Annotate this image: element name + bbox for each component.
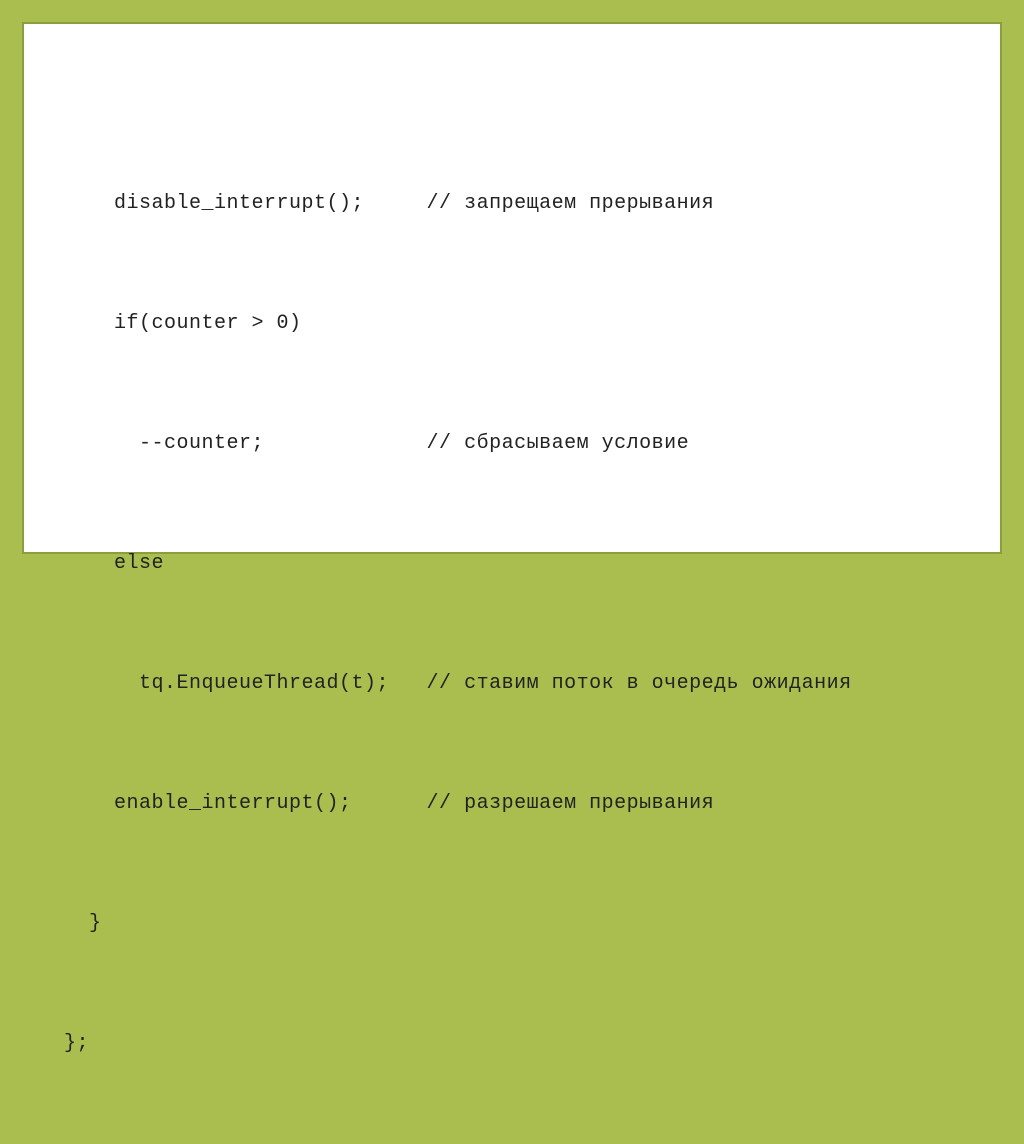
code-snippet: disable_interrupt(); // запрещаем прерыв…	[64, 104, 960, 1144]
code-line: };	[64, 1024, 960, 1064]
code-line: tq.EnqueueThread(t); // ставим поток в о…	[64, 664, 960, 704]
code-line: disable_interrupt(); // запрещаем прерыв…	[64, 184, 960, 224]
code-line: if(counter > 0)	[64, 304, 960, 344]
slide-frame: disable_interrupt(); // запрещаем прерыв…	[22, 22, 1002, 554]
code-line: enable_interrupt(); // разрешаем прерыва…	[64, 784, 960, 824]
code-line: else	[64, 544, 960, 584]
code-line: --counter; // сбрасываем условие	[64, 424, 960, 464]
code-line: }	[64, 904, 960, 944]
